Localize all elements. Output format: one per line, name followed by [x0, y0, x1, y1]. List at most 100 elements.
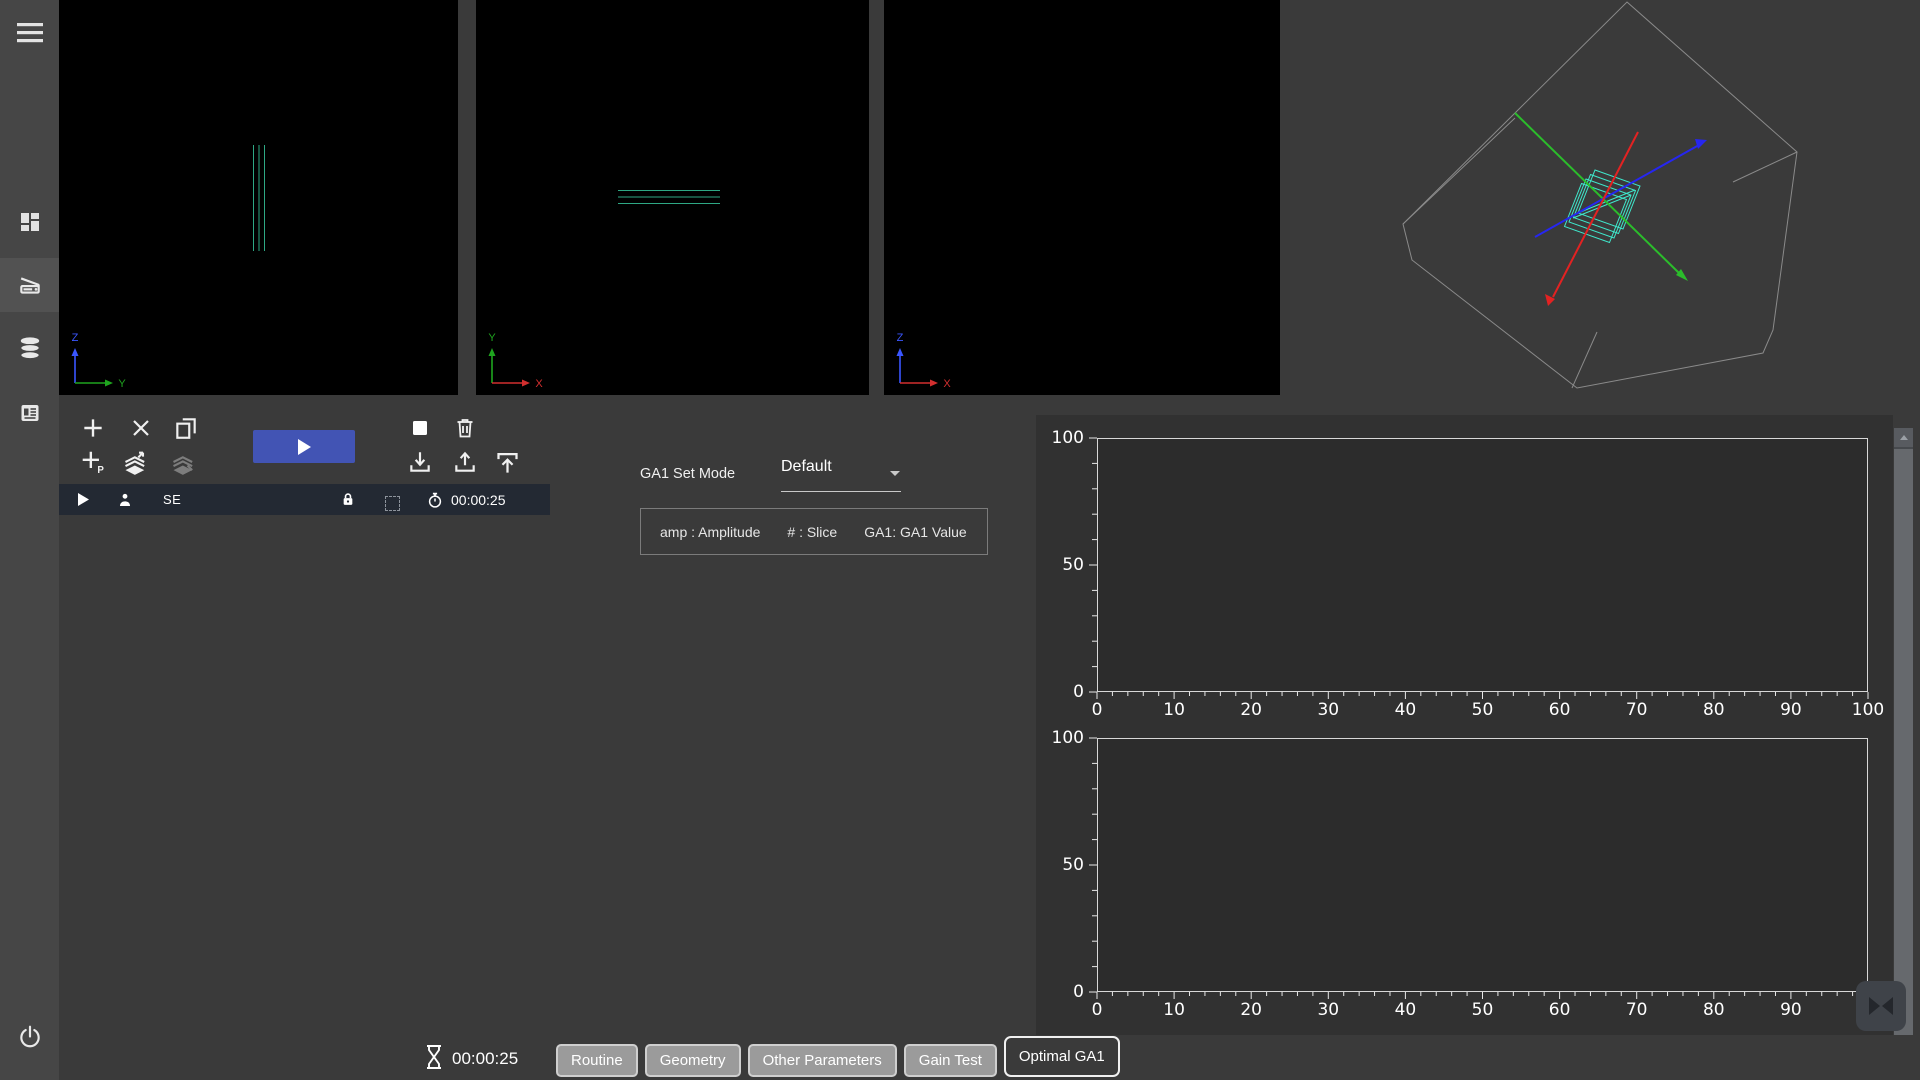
- tab-routine[interactable]: Routine: [556, 1044, 638, 1077]
- download-icon: [407, 449, 433, 475]
- sidebar-item-dashboard[interactable]: [0, 195, 59, 249]
- tab-gain-test[interactable]: Gain Test: [904, 1044, 997, 1077]
- tab-optimal-ga1[interactable]: Optimal GA1: [1004, 1036, 1120, 1077]
- x-tick-label: 0: [1092, 700, 1103, 720]
- layers-icon: [122, 448, 150, 476]
- ga1-set-mode-label: GA1 Set Mode: [640, 466, 735, 482]
- lock-icon[interactable]: [340, 484, 356, 515]
- upload-icon: [452, 449, 478, 475]
- floating-widget-button[interactable]: [1856, 981, 1906, 1031]
- export-button[interactable]: [492, 447, 522, 477]
- power-icon: [17, 1024, 43, 1050]
- x-tick-label: 100: [1852, 700, 1884, 720]
- arrow-up-icon: [1900, 435, 1908, 440]
- x-tick-label: 30: [1317, 700, 1339, 720]
- viewport-yz[interactable]: Z Y: [59, 0, 458, 395]
- x-tick-label: 40: [1395, 1000, 1417, 1020]
- 3d-scene-view[interactable]: [1395, 0, 1825, 400]
- tab-bar: Routine Geometry Other Parameters Gain T…: [556, 1033, 1120, 1077]
- download-button[interactable]: [405, 447, 435, 477]
- stop-icon: [408, 416, 432, 440]
- ga1-mode-select[interactable]: Default: [781, 458, 903, 492]
- legend-item: amp : Amplitude: [660, 524, 760, 540]
- axis-indicator: Z X: [892, 330, 956, 392]
- power-button[interactable]: [0, 1010, 59, 1064]
- x-tick-label: 50: [1472, 1000, 1494, 1020]
- add-button[interactable]: [78, 413, 108, 443]
- svg-text:X: X: [943, 378, 951, 390]
- close-button[interactable]: [126, 413, 156, 443]
- x-tick-label: 60: [1549, 700, 1571, 720]
- chart-bottom: 0501000102030405060708090: [1040, 723, 1920, 1023]
- dashboard-icon: [18, 210, 42, 234]
- x-tick-label: 90: [1780, 1000, 1802, 1020]
- axis-indicator: Z Y: [67, 330, 131, 392]
- slice-lines: [252, 145, 268, 251]
- y-tick-label: 100: [1040, 428, 1084, 448]
- sidebar-item-database[interactable]: [0, 321, 59, 375]
- x-tick-label: 60: [1549, 1000, 1571, 1020]
- layers-disabled-icon: [170, 448, 198, 476]
- delete-button[interactable]: [450, 413, 480, 443]
- article-icon: [18, 401, 42, 425]
- scrollbar-thumb[interactable]: [1894, 449, 1913, 1035]
- copy-button[interactable]: [171, 413, 201, 443]
- elapsed-time: 00:00:25: [452, 1049, 518, 1069]
- hourglass-icon: [424, 1044, 444, 1070]
- upload-top-icon: [494, 449, 521, 476]
- hamburger-icon: [17, 23, 43, 43]
- y-tick-label: 0: [1040, 982, 1084, 1002]
- sidebar-item-records[interactable]: [0, 386, 59, 440]
- x-tick-label: 20: [1240, 1000, 1262, 1020]
- slice-slab: [1565, 170, 1641, 243]
- x-tick-label: 30: [1317, 1000, 1339, 1020]
- slice-lines: [618, 189, 720, 206]
- legend-item: GA1: GA1 Value: [864, 524, 966, 540]
- svg-text:Z: Z: [72, 332, 79, 344]
- chevron-down-icon: [890, 471, 900, 476]
- x-tick-label: 90: [1780, 700, 1802, 720]
- x-tick-label: 70: [1626, 700, 1648, 720]
- close-icon: [129, 416, 153, 440]
- tab-geometry[interactable]: Geometry: [645, 1044, 741, 1077]
- svg-text:P: P: [97, 465, 104, 475]
- x-tick-label: 20: [1240, 700, 1262, 720]
- x-tick-label: 80: [1703, 700, 1725, 720]
- x-tick-label: 50: [1472, 700, 1494, 720]
- add-parameter-button[interactable]: P: [78, 447, 108, 477]
- legend-box: amp : Amplitude # : Slice GA1: GA1 Value: [640, 508, 988, 555]
- viewport-xy[interactable]: Y X: [476, 0, 869, 395]
- run-button[interactable]: [253, 430, 355, 463]
- legend-item: # : Slice: [787, 524, 837, 540]
- svg-text:X: X: [535, 378, 543, 390]
- person-icon: [117, 484, 133, 515]
- sequence-name: SE: [163, 484, 181, 515]
- scanner-icon: [17, 272, 43, 298]
- layer-stack-button[interactable]: [121, 447, 151, 477]
- scroll-up-button[interactable]: [1894, 428, 1913, 447]
- y-tick-label: 100: [1040, 728, 1084, 748]
- plus-icon: [80, 415, 106, 441]
- y-tick-label: 0: [1040, 682, 1084, 702]
- sidebar-item-scanner[interactable]: [0, 258, 59, 312]
- axis-indicator: Y X: [484, 330, 548, 392]
- sidebar: [0, 0, 59, 1080]
- svg-text:Y: Y: [488, 332, 496, 344]
- sequence-duration: 00:00:25: [451, 484, 506, 515]
- stop-button[interactable]: [405, 413, 435, 443]
- viewport-xz[interactable]: Z X: [884, 0, 1280, 395]
- z-axis-3d: [1535, 139, 1707, 237]
- tab-other-parameters[interactable]: Other Parameters: [748, 1044, 897, 1077]
- selection-box-icon[interactable]: [385, 484, 400, 515]
- x-tick-label: 10: [1163, 700, 1185, 720]
- sequence-row[interactable]: SE 00:00:25: [59, 484, 550, 515]
- menu-button[interactable]: [0, 6, 59, 60]
- svg-text:Y: Y: [118, 378, 126, 390]
- svg-text:Z: Z: [897, 332, 904, 344]
- upload-button[interactable]: [450, 447, 480, 477]
- plus-p-icon: P: [80, 449, 106, 475]
- sequence-play-icon[interactable]: [77, 484, 90, 515]
- x-tick-label: 10: [1163, 1000, 1185, 1020]
- layer-stack-disabled-button: [169, 447, 199, 477]
- ga1-mode-value: Default: [781, 458, 832, 475]
